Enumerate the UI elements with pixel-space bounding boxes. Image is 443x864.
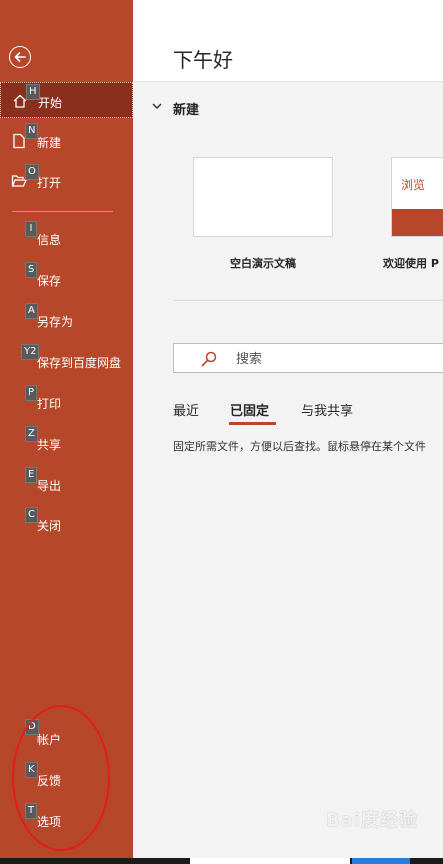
back-arrow-icon[interactable]	[9, 46, 31, 68]
tab-shared-with-me[interactable]: 与我共享	[301, 400, 353, 419]
sidebar-item-label: 信息	[37, 233, 62, 247]
sidebar-item-label: 共享	[37, 438, 62, 452]
sidebar-item-share[interactable]: 共享 Z	[0, 425, 133, 461]
keytip: Y2	[21, 344, 40, 360]
divider	[12, 211, 113, 212]
sidebar-item-new[interactable]: 新建 N	[0, 123, 133, 159]
keytip: O	[25, 164, 39, 180]
sidebar-item-home[interactable]: 开始 H	[0, 82, 133, 118]
sidebar-item-label: 新建	[37, 136, 62, 150]
sidebar-item-save-to-baidu[interactable]: 保存到百度网盘 Y2	[0, 343, 133, 379]
divider	[173, 300, 443, 301]
sidebar-item-label: 关闭	[37, 519, 62, 533]
keytip: E	[25, 467, 38, 483]
template-welcome[interactable]: 浏览	[391, 157, 443, 237]
main-panel: 下午好 新建 空白演示文稿 浏览 欢迎使用 P 最近 已固定 与我共享 固定所需…	[133, 0, 443, 858]
keytip: Z	[25, 426, 38, 442]
sidebar-item-label: 保存到百度网盘	[37, 356, 122, 370]
taskbar-segment	[190, 858, 350, 864]
sidebar-item-label: 打印	[37, 397, 62, 411]
tab-pinned[interactable]: 已固定	[230, 400, 269, 419]
sidebar-item-label: 开始	[38, 96, 63, 110]
chevron-down-icon[interactable]	[151, 101, 163, 111]
sidebar-item-save-as[interactable]: 另存为 A	[0, 302, 133, 338]
template-thumb-band	[392, 209, 443, 236]
page-title: 下午好	[173, 48, 233, 72]
taskbar-segment	[352, 858, 410, 864]
keytip: I	[25, 221, 37, 237]
keytip: H	[26, 84, 40, 100]
template-thumb-text: 浏览	[401, 178, 426, 192]
sidebar-item-label: 保存	[37, 274, 62, 288]
search-icon	[201, 351, 217, 367]
sidebar-item-open[interactable]: 打开 O	[0, 163, 133, 199]
keytip: N	[25, 123, 39, 139]
sidebar-item-info[interactable]: 信息 I	[0, 220, 133, 256]
keytip: A	[25, 303, 38, 319]
sidebar-item-print[interactable]: 打印 P	[0, 384, 133, 420]
sidebar-item-label: 打开	[37, 176, 62, 190]
search-box[interactable]	[173, 343, 443, 373]
main-header: 下午好	[133, 0, 443, 82]
pinned-empty-hint: 固定所需文件，方便以后查找。鼠标悬停在某个文件	[173, 440, 426, 453]
active-tab-indicator	[229, 422, 276, 425]
sidebar-item-close[interactable]: 关闭 C	[0, 506, 133, 542]
sidebar-item-label: 另存为	[37, 315, 74, 329]
keytip: S	[25, 262, 38, 278]
keytip: P	[25, 385, 38, 401]
sidebar-item-save[interactable]: 保存 S	[0, 261, 133, 297]
keytip: C	[25, 507, 38, 523]
watermark: Bai度经验	[326, 810, 419, 831]
new-section-title[interactable]: 新建	[173, 99, 199, 118]
template-label: 欢迎使用 P	[383, 257, 439, 270]
taskbar-strip	[0, 858, 443, 864]
search-input[interactable]	[236, 349, 436, 369]
sidebar-item-export[interactable]: 导出 E	[0, 466, 133, 502]
annotation-circle	[12, 705, 110, 851]
template-blank-presentation[interactable]	[193, 157, 333, 237]
template-label: 空白演示文稿	[230, 257, 296, 270]
sidebar-item-label: 导出	[37, 479, 62, 493]
tab-recent[interactable]: 最近	[173, 400, 199, 419]
